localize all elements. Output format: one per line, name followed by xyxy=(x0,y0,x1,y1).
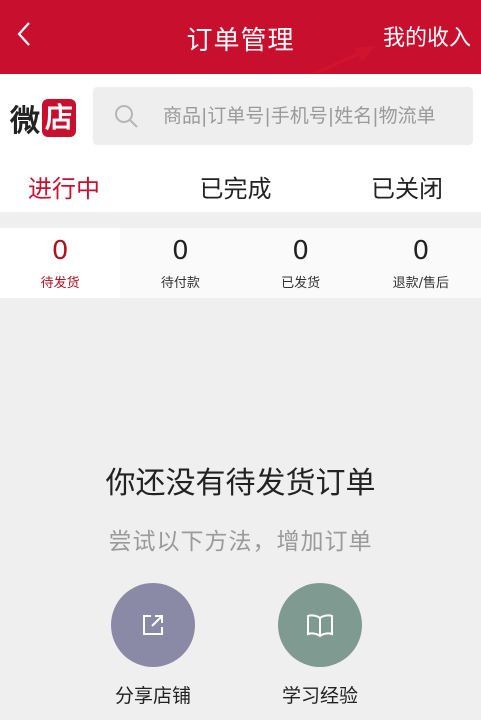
tab-in-progress[interactable]: 进行中 xyxy=(0,160,166,212)
status-count: 0 xyxy=(172,235,189,266)
status-pending-payment[interactable]: 0 待付款 xyxy=(120,228,241,298)
status-label: 待发货 xyxy=(40,275,80,291)
status-count: 0 xyxy=(51,235,69,266)
logo-char-wei: 微 xyxy=(10,104,40,139)
search-input[interactable] xyxy=(163,87,463,145)
status-label: 已发货 xyxy=(281,275,321,291)
app-header: 订单管理 我的收入 xyxy=(0,0,481,74)
status-count: 0 xyxy=(292,235,309,266)
tab-closed[interactable]: 已关闭 xyxy=(305,160,481,212)
status-label: 退款/售后 xyxy=(392,275,450,291)
learn-circle xyxy=(278,583,362,667)
tab-completed[interactable]: 已完成 xyxy=(166,160,304,212)
status-label: 待付款 xyxy=(160,275,200,291)
my-income-link[interactable]: 我的收入 xyxy=(383,20,471,52)
status-refund-aftersale[interactable]: 0 退款/售后 xyxy=(360,228,481,298)
status-count: 0 xyxy=(412,235,430,266)
order-tabs: 进行中 已完成 已关闭 xyxy=(0,160,481,212)
weidian-logo: 微 店 xyxy=(10,98,77,139)
share-icon xyxy=(143,615,163,635)
learn-experience-button[interactable]: 学习经验 xyxy=(250,583,390,708)
learn-experience-label: 学习经验 xyxy=(281,685,358,707)
section-gap xyxy=(0,212,481,228)
search-box[interactable] xyxy=(93,87,473,145)
order-status-row: 0 待发货 0 待付款 0 已发货 0 退款/售后 xyxy=(0,228,481,298)
book-icon xyxy=(307,614,333,638)
logo-char-dian: 店 xyxy=(42,99,77,137)
empty-state-subtitle: 尝试以下方法，增加订单 xyxy=(108,529,373,555)
share-store-label: 分享店铺 xyxy=(114,685,191,707)
empty-state-title: 你还没有待发货订单 xyxy=(105,466,376,501)
status-pending-shipment[interactable]: 0 待发货 xyxy=(0,228,121,298)
status-shipped[interactable]: 0 已发货 xyxy=(240,228,361,298)
search-icon xyxy=(115,105,138,128)
share-circle xyxy=(111,583,195,667)
share-store-button[interactable]: 分享店铺 xyxy=(83,583,223,708)
